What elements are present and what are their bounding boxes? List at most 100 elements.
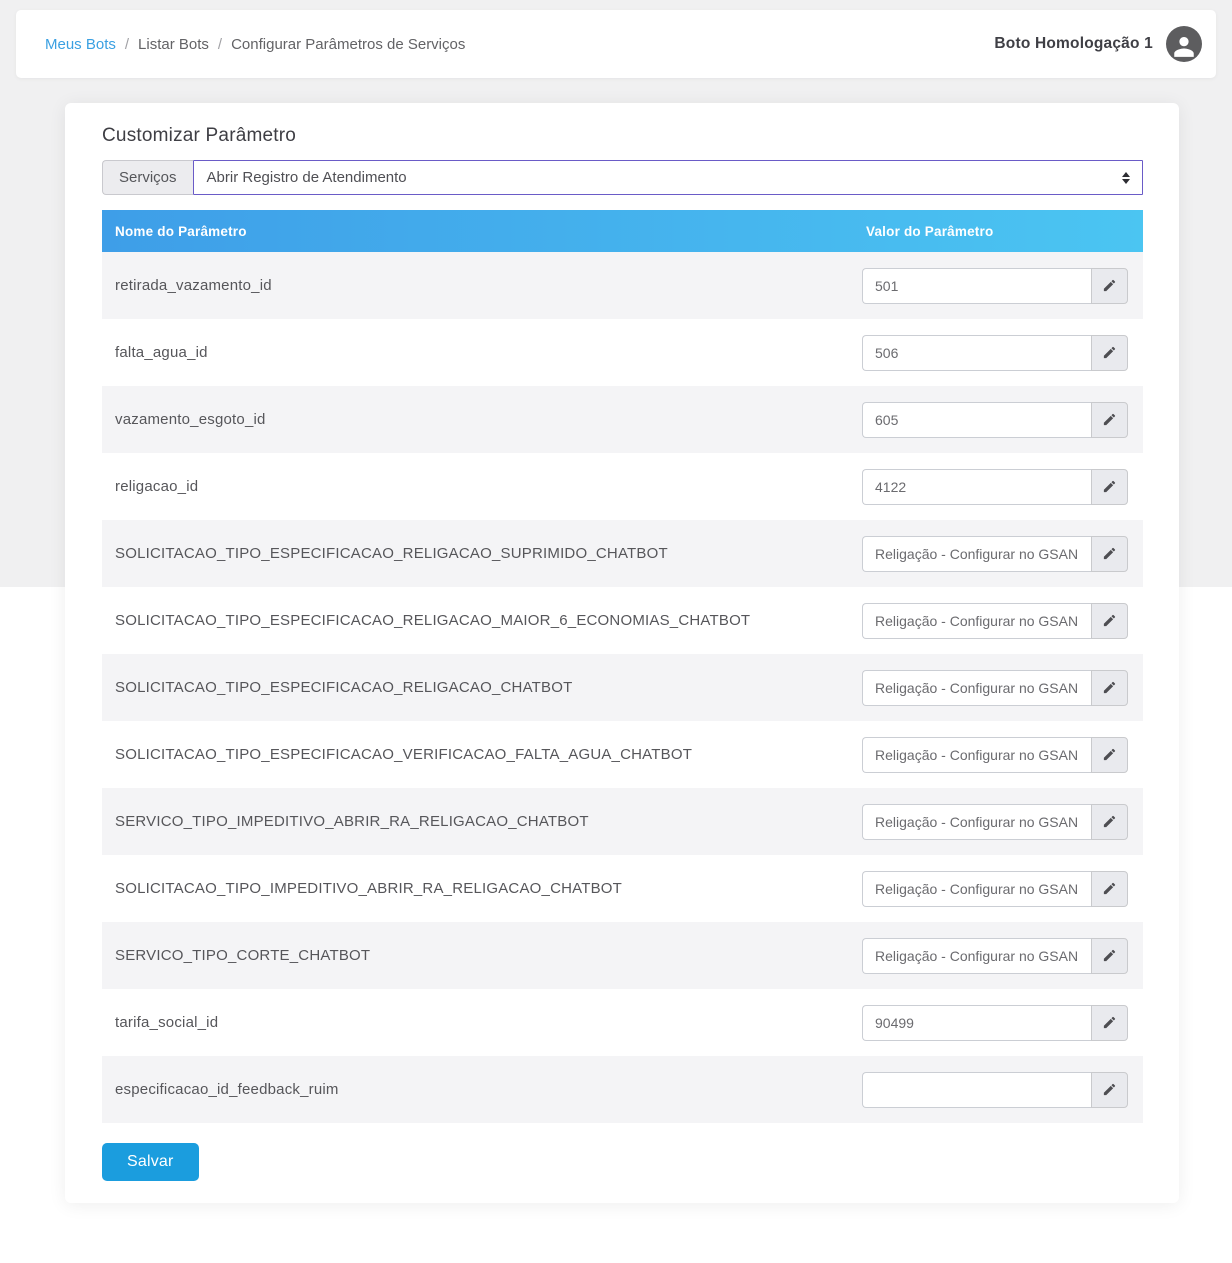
- parameter-value-input[interactable]: [862, 469, 1091, 505]
- save-button[interactable]: Salvar: [102, 1143, 199, 1181]
- table-row: SOLICITACAO_TIPO_ESPECIFICACAO_RELIGACAO…: [102, 587, 1143, 654]
- customize-parameter-card: Customizar Parâmetro Serviços Abrir Regi…: [65, 103, 1179, 1203]
- pencil-icon: [1102, 412, 1117, 427]
- pencil-icon: [1102, 948, 1117, 963]
- service-selector-group: Serviços Abrir Registro de Atendimento: [102, 160, 1143, 195]
- table-row: SOLICITACAO_TIPO_ESPECIFICACAO_RELIGACAO…: [102, 654, 1143, 721]
- user-avatar-icon[interactable]: [1166, 26, 1202, 62]
- edit-button[interactable]: [1091, 469, 1128, 505]
- parameter-value-input[interactable]: [862, 804, 1091, 840]
- top-navbar: Meus Bots / Listar Bots / Configurar Par…: [16, 10, 1216, 78]
- table-row: SOLICITACAO_TIPO_IMPEDITIVO_ABRIR_RA_REL…: [102, 855, 1143, 922]
- pencil-icon: [1102, 613, 1117, 628]
- edit-button[interactable]: [1091, 1005, 1128, 1041]
- parameter-value-group: [862, 1005, 1128, 1041]
- breadcrumb-separator: /: [125, 36, 129, 53]
- parameter-value-input[interactable]: [862, 1005, 1091, 1041]
- parameter-name-label: SOLICITACAO_TIPO_ESPECIFICACAO_VERIFICAC…: [115, 746, 692, 763]
- table-row: SERVICO_TIPO_IMPEDITIVO_ABRIR_RA_RELIGAC…: [102, 788, 1143, 855]
- parameter-name-label: falta_agua_id: [115, 344, 208, 361]
- parameter-name-label: SOLICITACAO_TIPO_ESPECIFICACAO_RELIGACAO…: [115, 612, 750, 629]
- edit-button[interactable]: [1091, 804, 1128, 840]
- column-header-value: Valor do Parâmetro: [866, 224, 1143, 239]
- bot-name-label: Boto Homologação 1: [994, 35, 1153, 53]
- parameter-name-label: SERVICO_TIPO_IMPEDITIVO_ABRIR_RA_RELIGAC…: [115, 813, 589, 830]
- pencil-icon: [1102, 1015, 1117, 1030]
- edit-button[interactable]: [1091, 871, 1128, 907]
- parameter-name-label: SERVICO_TIPO_CORTE_CHATBOT: [115, 947, 370, 964]
- edit-button[interactable]: [1091, 268, 1128, 304]
- parameter-value-input[interactable]: [862, 871, 1091, 907]
- parameter-name-label: vazamento_esgoto_id: [115, 411, 266, 428]
- parameter-value-input[interactable]: [862, 1072, 1091, 1108]
- table-header-row: Nome do Parâmetro Valor do Parâmetro: [102, 210, 1143, 252]
- parameter-value-group: [862, 1072, 1128, 1108]
- navbar-right: Boto Homologação 1: [994, 26, 1202, 62]
- edit-button[interactable]: [1091, 737, 1128, 773]
- parameter-value-group: [862, 469, 1128, 505]
- table-row: SOLICITACAO_TIPO_ESPECIFICACAO_RELIGACAO…: [102, 520, 1143, 587]
- parameter-value-group: [862, 536, 1128, 572]
- pencil-icon: [1102, 680, 1117, 695]
- select-arrows-icon: [1122, 172, 1130, 184]
- breadcrumb-item-listar-bots[interactable]: Listar Bots: [138, 36, 209, 53]
- pencil-icon: [1102, 814, 1117, 829]
- edit-button[interactable]: [1091, 938, 1128, 974]
- parameter-value-input[interactable]: [862, 402, 1091, 438]
- table-row: SERVICO_TIPO_CORTE_CHATBOT: [102, 922, 1143, 989]
- pencil-icon: [1102, 278, 1117, 293]
- table-row: vazamento_esgoto_id: [102, 386, 1143, 453]
- breadcrumb-link-meus-bots[interactable]: Meus Bots: [45, 36, 116, 53]
- pencil-icon: [1102, 345, 1117, 360]
- table-rows-container: retirada_vazamento_id falta_agua_id vaza…: [102, 252, 1143, 1123]
- table-row: especificacao_id_feedback_ruim: [102, 1056, 1143, 1123]
- services-select-value: Abrir Registro de Atendimento: [207, 169, 407, 186]
- parameter-value-group: [862, 670, 1128, 706]
- breadcrumb-separator: /: [218, 36, 222, 53]
- page-title: Customizar Parâmetro: [102, 125, 1143, 147]
- breadcrumb: Meus Bots / Listar Bots / Configurar Par…: [45, 36, 465, 53]
- parameters-table: Nome do Parâmetro Valor do Parâmetro ret…: [102, 210, 1143, 1123]
- parameter-value-group: [862, 737, 1128, 773]
- table-row: tarifa_social_id: [102, 989, 1143, 1056]
- parameter-value-group: [862, 603, 1128, 639]
- pencil-icon: [1102, 881, 1117, 896]
- table-row: religacao_id: [102, 453, 1143, 520]
- parameter-value-input[interactable]: [862, 603, 1091, 639]
- pencil-icon: [1102, 1082, 1117, 1097]
- services-select[interactable]: Abrir Registro de Atendimento: [193, 160, 1143, 195]
- breadcrumb-item-current: Configurar Parâmetros de Serviços: [231, 36, 465, 53]
- parameter-name-label: retirada_vazamento_id: [115, 277, 272, 294]
- edit-button[interactable]: [1091, 402, 1128, 438]
- parameter-name-label: religacao_id: [115, 478, 198, 495]
- parameter-value-input[interactable]: [862, 938, 1091, 974]
- table-row: SOLICITACAO_TIPO_ESPECIFICACAO_VERIFICAC…: [102, 721, 1143, 788]
- column-header-name: Nome do Parâmetro: [115, 224, 247, 239]
- parameter-value-group: [862, 871, 1128, 907]
- services-label: Serviços: [102, 160, 193, 195]
- edit-button[interactable]: [1091, 670, 1128, 706]
- parameter-value-input[interactable]: [862, 737, 1091, 773]
- parameter-name-label: SOLICITACAO_TIPO_ESPECIFICACAO_RELIGACAO…: [115, 545, 668, 562]
- pencil-icon: [1102, 747, 1117, 762]
- edit-button[interactable]: [1091, 536, 1128, 572]
- table-row: retirada_vazamento_id: [102, 252, 1143, 319]
- parameter-value-input[interactable]: [862, 268, 1091, 304]
- parameter-value-input[interactable]: [862, 670, 1091, 706]
- parameter-name-label: tarifa_social_id: [115, 1014, 218, 1031]
- parameter-value-group: [862, 402, 1128, 438]
- edit-button[interactable]: [1091, 335, 1128, 371]
- edit-button[interactable]: [1091, 603, 1128, 639]
- parameter-value-group: [862, 804, 1128, 840]
- parameter-name-label: SOLICITACAO_TIPO_ESPECIFICACAO_RELIGACAO…: [115, 679, 572, 696]
- parameter-value-group: [862, 938, 1128, 974]
- parameter-name-label: SOLICITACAO_TIPO_IMPEDITIVO_ABRIR_RA_REL…: [115, 880, 622, 897]
- parameter-value-group: [862, 268, 1128, 304]
- parameter-name-label: especificacao_id_feedback_ruim: [115, 1081, 339, 1098]
- pencil-icon: [1102, 546, 1117, 561]
- pencil-icon: [1102, 479, 1117, 494]
- table-row: falta_agua_id: [102, 319, 1143, 386]
- parameter-value-input[interactable]: [862, 335, 1091, 371]
- parameter-value-input[interactable]: [862, 536, 1091, 572]
- edit-button[interactable]: [1091, 1072, 1128, 1108]
